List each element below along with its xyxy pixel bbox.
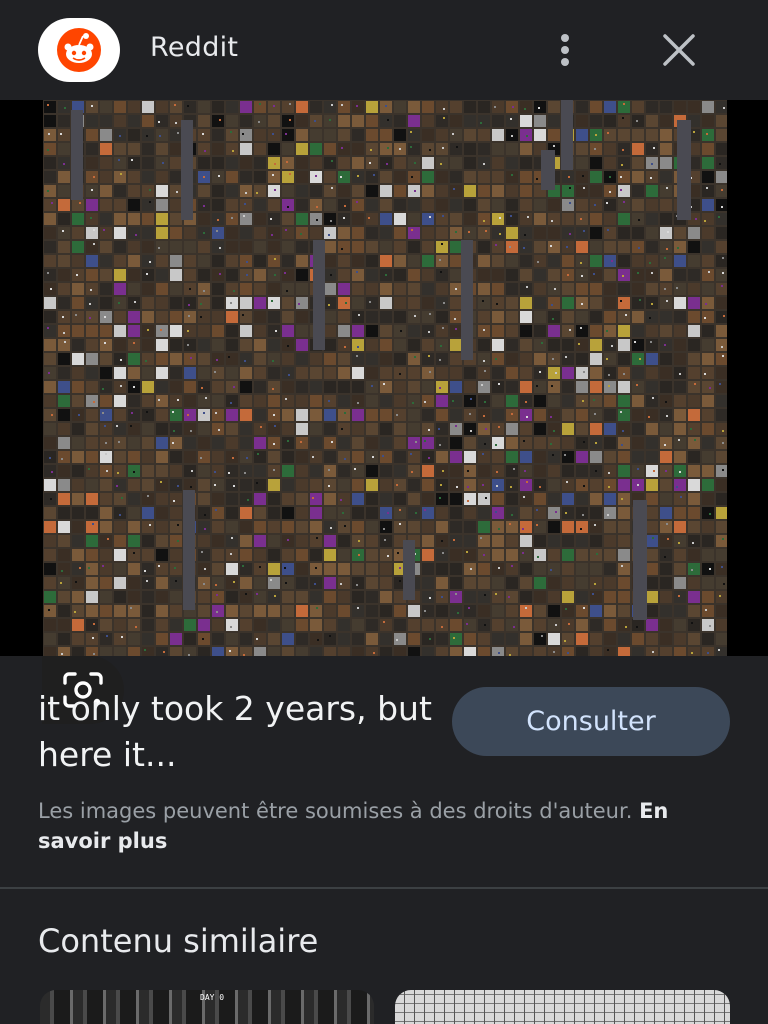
close-icon — [663, 34, 695, 66]
thumbnail-caption: DAY 0 — [200, 993, 225, 1002]
result-image[interactable] — [43, 100, 727, 656]
copyright-notice: Les images peuvent être soumises à des d… — [38, 796, 688, 856]
header-bar: Reddit — [0, 0, 768, 100]
more-options-button[interactable] — [545, 26, 585, 74]
result-title[interactable]: it only took 2 years, but here it... — [38, 686, 438, 778]
map-tiles — [43, 100, 727, 656]
similar-thumbnail-2[interactable] — [395, 990, 730, 1024]
more-vert-icon — [561, 34, 569, 66]
divider — [0, 887, 768, 889]
source-name[interactable]: Reddit — [150, 32, 238, 63]
image-viewer — [0, 100, 768, 724]
reddit-logo-icon[interactable] — [38, 18, 120, 82]
similar-thumbnail-1[interactable]: DAY 0 — [40, 990, 374, 1024]
copyright-text: Les images peuvent être soumises à des d… — [38, 799, 633, 823]
close-button[interactable] — [655, 26, 703, 74]
similar-content-heading: Contenu similaire — [38, 922, 319, 960]
visit-button[interactable]: Consulter — [452, 687, 730, 756]
